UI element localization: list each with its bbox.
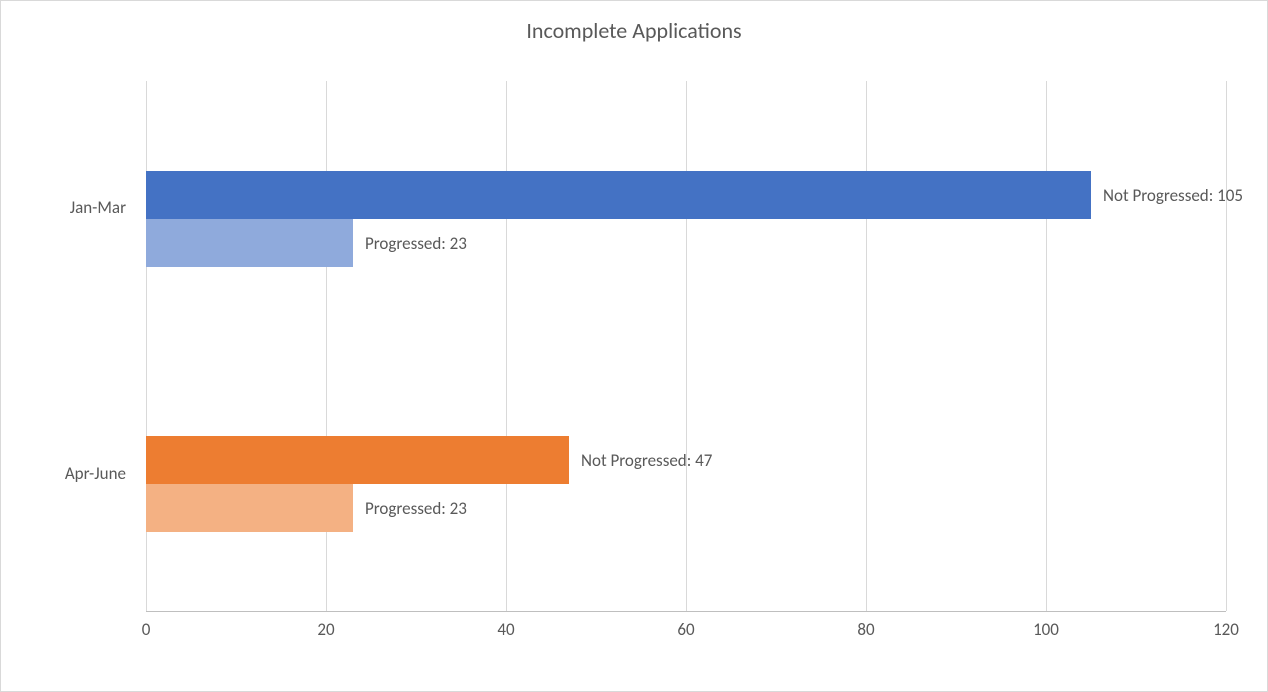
bar-label-jan-mar-progressed: Progressed: 23	[365, 233, 467, 254]
gridline	[866, 81, 867, 611]
x-tick: 120	[1206, 619, 1246, 640]
x-tick: 60	[666, 619, 706, 640]
gridline	[1046, 81, 1047, 611]
gridline	[506, 81, 507, 611]
plot-area: Not Progressed: 105 Progressed: 23 Not P…	[146, 81, 1226, 611]
bar-jan-mar-not-progressed	[146, 171, 1091, 219]
bar-apr-june-not-progressed	[146, 436, 569, 484]
bar-jan-mar-progressed	[146, 219, 353, 267]
bar-label-apr-june-progressed: Progressed: 23	[365, 498, 467, 519]
x-tick: 80	[846, 619, 886, 640]
y-tick-jan-mar: Jan-Mar	[1, 197, 126, 218]
bar-apr-june-progressed	[146, 484, 353, 532]
chart-title: Incomplete Applications	[1, 17, 1267, 44]
chart-frame: Incomplete Applications Jan-Mar Apr-June…	[0, 0, 1268, 692]
bar-label-apr-june-not-progressed: Not Progressed: 47	[581, 450, 712, 471]
grid-area	[146, 81, 1226, 612]
x-tick: 20	[306, 619, 346, 640]
x-tick: 40	[486, 619, 526, 640]
bar-label-jan-mar-not-progressed: Not Progressed: 105	[1103, 185, 1243, 206]
y-tick-apr-june: Apr-June	[1, 463, 126, 484]
x-tick: 100	[1026, 619, 1066, 640]
gridline	[1226, 81, 1227, 611]
x-tick: 0	[126, 619, 166, 640]
gridline	[686, 81, 687, 611]
